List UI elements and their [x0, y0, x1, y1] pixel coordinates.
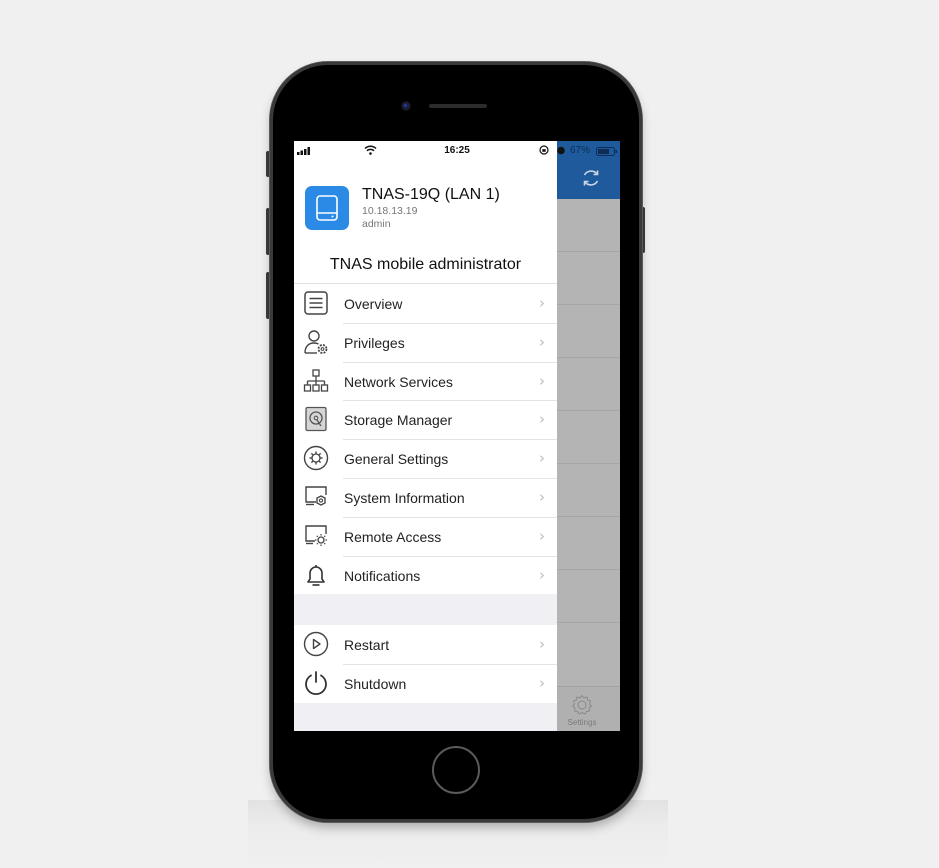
status-bar: 16:25 67% — [294, 141, 620, 161]
bell-icon — [307, 564, 325, 586]
menu-item-label: Privileges — [344, 334, 405, 351]
chevron-right-icon: › — [539, 635, 545, 653]
orientation-lock-icon — [539, 145, 549, 155]
chevron-right-icon: › — [539, 487, 545, 506]
home-button[interactable] — [432, 746, 480, 794]
menu-item-remote-access[interactable]: Remote Access › — [294, 516, 557, 556]
menu-item-general-settings[interactable]: General Settings › — [294, 439, 557, 478]
drawer-title: TNAS mobile administrator — [329, 256, 522, 273]
drive-icon — [316, 195, 338, 221]
list-icon — [304, 291, 328, 315]
menu-item-system-information[interactable]: System Information › — [294, 477, 557, 517]
tab-settings-label: Settings — [567, 718, 597, 727]
menu-item-label: Restart — [344, 637, 390, 653]
phone-screen: Settings TNAS-19Q (LAN 1) 10.18.13.19 ad… — [294, 141, 620, 731]
chevron-right-icon: › — [539, 332, 545, 351]
refresh-icon[interactable] — [580, 167, 602, 189]
chevron-right-icon: › — [539, 565, 545, 584]
earpiece-speaker — [429, 104, 487, 108]
front-camera — [402, 102, 410, 110]
device-user: admin — [362, 218, 391, 230]
gear-circle-icon — [303, 445, 329, 471]
monitor-gear-icon — [305, 486, 327, 506]
device-name: TNAS-19Q (LAN 1) — [362, 186, 500, 203]
chevron-right-icon: › — [539, 526, 545, 545]
menu-item-label: Overview — [344, 296, 403, 312]
menu-item-label: Shutdown — [344, 675, 407, 692]
menu-item-network-services[interactable]: Network Services › — [294, 361, 557, 401]
menu-item-storage-manager[interactable]: Storage Manager › — [294, 400, 557, 439]
device-avatar — [305, 186, 349, 230]
chevron-right-icon: › — [539, 294, 545, 312]
menu-item-label: Storage Manager — [344, 412, 453, 429]
main-menu: Overview › Privileges › Network Services… — [294, 283, 557, 595]
monitor-sun-icon — [305, 525, 327, 546]
menu-item-overview[interactable]: Overview › — [294, 284, 557, 323]
chevron-right-icon: › — [539, 673, 545, 692]
hard-disk-icon — [305, 407, 327, 432]
settings-gear-icon — [571, 694, 593, 715]
battery-percentage: 67% — [570, 145, 591, 156]
chevron-right-icon: › — [539, 371, 545, 390]
tab-settings[interactable]: Settings — [557, 687, 607, 731]
user-gear-icon — [304, 330, 328, 354]
menu-item-label: Network Services — [344, 373, 453, 390]
drawer-header: TNAS-19Q (LAN 1) 10.18.13.19 admin TNAS … — [294, 141, 557, 283]
navigation-drawer: TNAS-19Q (LAN 1) 10.18.13.19 admin TNAS … — [294, 141, 557, 731]
power-icon — [305, 670, 327, 695]
menu-item-notifications[interactable]: Notifications › — [294, 555, 557, 595]
device-ip: 10.18.13.19 — [362, 205, 418, 217]
menu-item-restart[interactable]: Restart › — [294, 625, 557, 664]
chevron-right-icon: › — [539, 410, 545, 429]
menu-item-shutdown[interactable]: Shutdown › — [294, 663, 557, 703]
alarm-icon — [557, 146, 565, 155]
menu-item-label: System Information — [344, 489, 465, 506]
menu-item-label: General Settings — [344, 451, 449, 468]
network-icon — [303, 368, 329, 392]
play-circle-icon — [303, 631, 329, 657]
menu-item-label: Remote Access — [344, 528, 442, 545]
menu-item-privileges[interactable]: Privileges › — [294, 322, 557, 362]
power-menu: Restart › Shutdown › — [294, 625, 557, 703]
menu-item-label: Notifications — [344, 567, 421, 584]
chevron-right-icon: › — [539, 449, 545, 468]
battery-icon — [596, 147, 617, 156]
